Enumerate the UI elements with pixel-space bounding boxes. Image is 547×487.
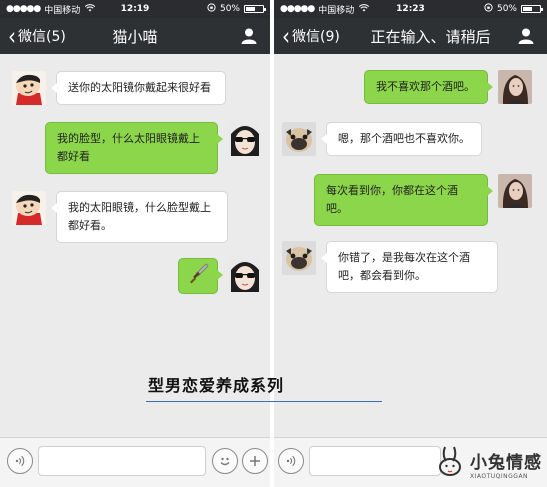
carrier-label: 中国移动 <box>44 5 81 16</box>
smiley-icon <box>220 457 230 466</box>
voice-toggle-button[interactable] <box>278 448 304 474</box>
signal-strength-icon: ●●●●● <box>6 4 41 14</box>
watermark: 小兔情感 XIAOTUQINGGAN <box>436 440 547 487</box>
chevron-left-icon: ‹ <box>282 21 290 51</box>
battery-icon <box>244 5 266 13</box>
message-row: 嗯，那个酒吧也不喜欢你。 <box>282 122 482 156</box>
caption-text: 型男恋爱养成系列 <box>148 376 285 395</box>
voice-toggle-button[interactable] <box>7 448 33 474</box>
status-bar: ●●●●● 中国移动 12:23 50% <box>274 0 547 18</box>
chat-title: 正在输入、请稍后 <box>370 27 491 46</box>
person-icon <box>518 28 534 44</box>
message-bubble[interactable]: 你错了，是我每次在这个酒吧，都会看到你。 <box>321 241 498 293</box>
message-text: 我不喜欢那个酒吧。 <box>376 80 475 93</box>
voice-wave-icon <box>15 455 25 467</box>
message-bubble[interactable]: 我的脸型，什么太阳眼镜戴上都好看 <box>45 122 223 174</box>
message-bubble[interactable]: 送你的太阳镜你戴起来很好看 <box>51 71 226 105</box>
message-text: 我的脸型，什么太阳眼镜戴上都好看 <box>57 132 200 163</box>
wifi-icon <box>85 3 96 15</box>
back-button[interactable]: ‹ 微信(5) <box>0 21 66 51</box>
chevron-left-icon: ‹ <box>8 21 16 51</box>
message-text: 送你的太阳镜你戴起来很好看 <box>68 81 211 94</box>
message-row: 送你的太阳镜你戴起来很好看 <box>12 71 226 105</box>
battery-percent: 50% <box>219 4 240 14</box>
message-text: 我的太阳眼镜，什么脸型戴上都好看。 <box>68 201 211 232</box>
chat-header: ‹ 微信(9) 正在输入、请稍后 <box>274 18 547 54</box>
battery-icon <box>521 5 543 13</box>
battery-percent: 50% <box>496 4 517 14</box>
watermark-sub: XIAOTUQINGGAN <box>470 472 529 480</box>
message-row: 我的脸型，什么太阳眼镜戴上都好看 <box>45 122 262 174</box>
woman-portrait-avatar[interactable] <box>498 70 532 104</box>
pug-dog-avatar[interactable] <box>282 122 316 156</box>
message-row <box>178 258 262 294</box>
message-row: 每次看到你，你都在这个酒吧。 <box>314 174 532 226</box>
message-text: 每次看到你，你都在这个酒吧。 <box>326 184 458 215</box>
back-label: 微信(5) <box>18 29 66 45</box>
crayon-shinchan-avatar[interactable] <box>12 71 46 105</box>
more-button[interactable] <box>242 448 268 474</box>
status-bar: ●●●●● 中国移动 12:19 50% <box>0 0 270 18</box>
knife-emoji-icon <box>187 262 209 290</box>
right-chat-screen: ●●●●● 中国移动 12:23 50% ‹ 微信(9) 正在输入、请稍后 我不… <box>274 0 547 487</box>
message-text: 嗯，那个酒吧也不喜欢你。 <box>338 132 470 145</box>
person-icon <box>241 28 257 44</box>
message-bubble[interactable]: 我不喜欢那个酒吧。 <box>364 70 493 104</box>
back-label: 微信(9) <box>292 29 340 45</box>
wifi-icon <box>359 3 370 15</box>
message-text: 你错了，是我每次在这个酒吧，都会看到你。 <box>338 251 470 282</box>
carrier-label: 中国移动 <box>318 5 355 16</box>
plus-icon <box>250 456 260 466</box>
message-input[interactable] <box>38 446 206 476</box>
message-bubble[interactable]: 嗯，那个酒吧也不喜欢你。 <box>321 122 482 156</box>
pug-dog-avatar[interactable] <box>282 241 316 275</box>
rabbit-logo-icon <box>436 445 466 483</box>
voice-wave-icon <box>286 455 296 467</box>
input-bar <box>0 437 270 487</box>
message-row: 我的太阳眼镜，什么脸型戴上都好看。 <box>12 191 228 243</box>
emoji-button[interactable] <box>212 448 238 474</box>
girl-sunglasses-avatar[interactable] <box>228 258 262 292</box>
profile-button[interactable] <box>517 27 535 45</box>
watermark-main: 小兔情感 <box>470 452 542 473</box>
message-bubble[interactable]: 每次看到你，你都在这个酒吧。 <box>314 174 493 226</box>
back-button[interactable]: ‹ 微信(9) <box>274 21 340 51</box>
message-row: 你错了，是我每次在这个酒吧，都会看到你。 <box>282 241 498 293</box>
chat-header: ‹ 微信(5) 猫小喵 <box>0 18 270 54</box>
caption-underline <box>146 401 382 402</box>
orientation-lock-icon <box>484 3 493 15</box>
message-bubble[interactable]: 我的太阳眼镜，什么脸型戴上都好看。 <box>51 191 228 243</box>
woman-portrait-avatar[interactable] <box>498 174 532 208</box>
message-row: 我不喜欢那个酒吧。 <box>364 70 532 104</box>
signal-strength-icon: ●●●●● <box>280 4 315 14</box>
profile-button[interactable] <box>240 27 258 45</box>
message-input[interactable] <box>309 446 441 476</box>
left-chat-screen: ●●●●● 中国移动 12:19 50% ‹ 微信(5) 猫小喵 送你的太阳镜你… <box>0 0 270 487</box>
crayon-shinchan-avatar[interactable] <box>12 191 46 225</box>
message-bubble[interactable] <box>178 258 223 294</box>
girl-sunglasses-avatar[interactable] <box>228 122 262 156</box>
orientation-lock-icon <box>207 3 216 15</box>
